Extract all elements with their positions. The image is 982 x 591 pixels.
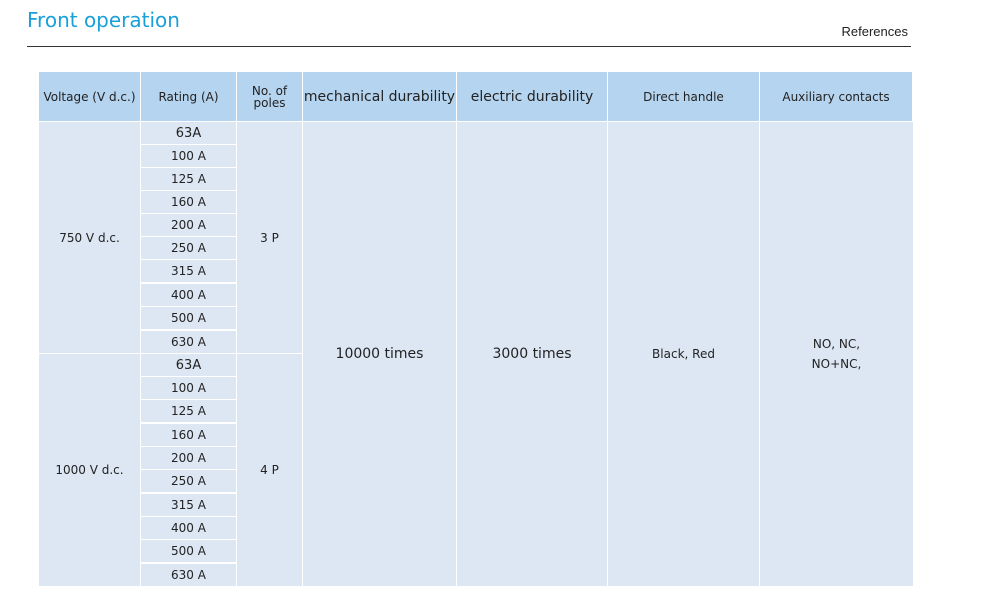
electric-durability-cell: 3000 times [457, 122, 607, 586]
rating-cell: 400 A [141, 517, 236, 539]
header-poles-line1: No. of [251, 83, 288, 98]
rating-cell: 315 A [141, 494, 236, 516]
rating-cell: 250 A [141, 470, 236, 492]
rating-cell: 630 A [141, 331, 236, 353]
header-rating: Rating (A) [141, 72, 236, 121]
rating-cell: 500 A [141, 307, 236, 329]
rating-cell: 315 A [141, 260, 236, 282]
mechanical-durability-cell: 10000 times [303, 122, 456, 586]
rating-cell: 250 A [141, 237, 236, 259]
references-label: References [841, 24, 908, 39]
rating-cell: 160 A [141, 191, 236, 213]
aux-line1: NO, NC, [812, 337, 861, 351]
header-poles-line2: poles [253, 95, 286, 110]
header-mechanical-durability: mechanical durability [303, 72, 456, 121]
rating-cell: 125 A [141, 400, 236, 422]
voltage-cell: 750 V d.c. [39, 122, 140, 353]
header-electric-durability: electric durability [457, 72, 607, 121]
page-title: Front operation [27, 8, 180, 32]
rating-cell: 100 A [141, 377, 236, 399]
aux-line2: NO+NC, [811, 357, 862, 371]
rating-cell: 500 A [141, 540, 236, 562]
header-poles: No. of poles [237, 72, 302, 121]
rating-cell: 400 A [141, 284, 236, 306]
rating-cell: 125 A [141, 168, 236, 190]
title-divider [27, 46, 911, 47]
rating-cell: 160 A [141, 424, 236, 446]
rating-cell: 100 A [141, 145, 236, 167]
header-voltage: Voltage (V d.c.) [39, 72, 140, 121]
rating-cell: 630 A [141, 564, 236, 586]
direct-handle-cell: Black, Red [608, 122, 759, 586]
rating-cell: 200 A [141, 214, 236, 236]
auxiliary-contacts-cell: NO, NC, NO+NC, [760, 122, 913, 586]
rating-cell: 200 A [141, 447, 236, 469]
voltage-cell: 1000 V d.c. [39, 354, 140, 586]
rating-cell: 63A [141, 354, 236, 376]
poles-cell: 4 P [237, 354, 302, 586]
header-auxiliary-contacts: Auxiliary contacts [760, 72, 912, 121]
poles-cell: 3 P [237, 122, 302, 353]
rating-cell: 63A [141, 122, 236, 144]
header-direct-handle: Direct handle [608, 72, 759, 121]
